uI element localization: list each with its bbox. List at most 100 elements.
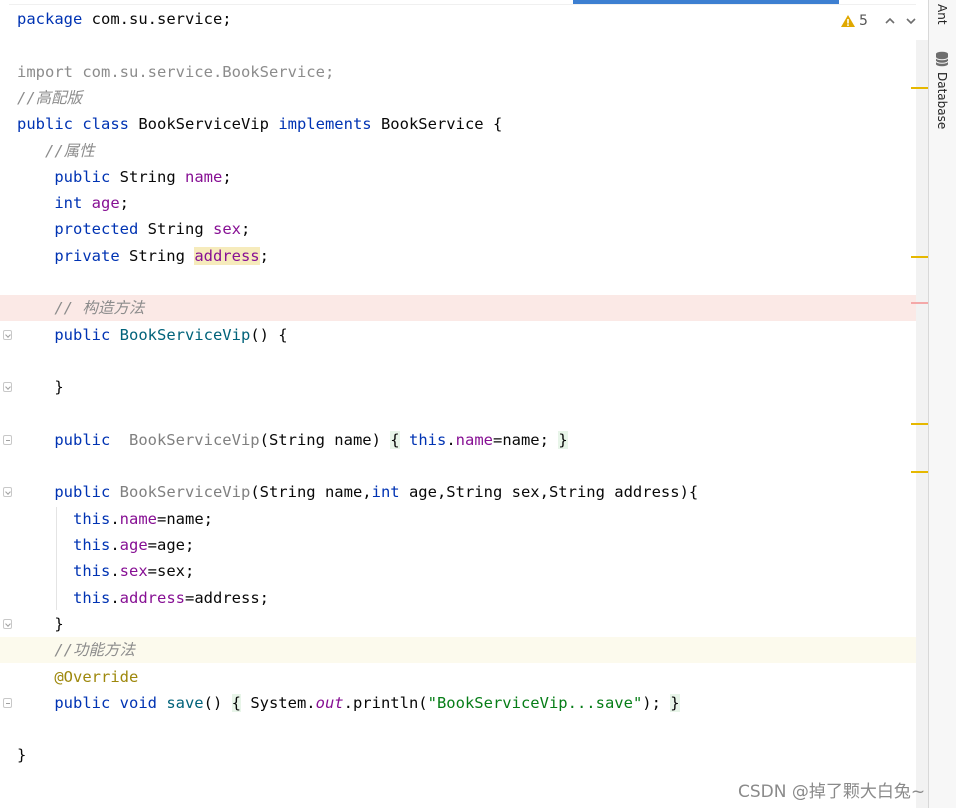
code-token: (String name, (250, 483, 372, 502)
code-line[interactable]: package com.su.service; (0, 6, 916, 32)
code-token: . (446, 430, 456, 449)
code-line[interactable]: this.name=name; (0, 506, 916, 532)
fold-marker-icon[interactable] (3, 329, 12, 340)
ant-tool-tab[interactable]: Ant (935, 4, 949, 25)
fold-marker-icon[interactable] (3, 618, 12, 629)
code-line[interactable]: public String name; (0, 164, 916, 190)
code-token: protected (54, 220, 148, 239)
warning-stripe-marker[interactable] (911, 471, 928, 473)
code-line[interactable]: //属性 (0, 138, 916, 164)
code-token: BookServiceVip (119, 483, 251, 502)
code-line[interactable]: public BookServiceVip(String name) { thi… (0, 427, 916, 453)
code-token: this (73, 509, 111, 528)
inspection-widget[interactable]: 5 (840, 10, 916, 32)
code-line[interactable]: //高配版 (0, 85, 916, 111)
code-token: public (54, 167, 120, 186)
code-line[interactable]: //功能方法 (0, 637, 916, 664)
code-line[interactable]: } (0, 742, 916, 768)
code-token: com.su.service; (82, 10, 232, 28)
expand-marker-icon[interactable] (3, 697, 12, 708)
code-line[interactable]: int age; (0, 190, 916, 216)
code-token: { (231, 693, 241, 712)
code-line[interactable] (0, 716, 916, 742)
warning-stripe-marker[interactable] (911, 423, 928, 425)
code-line[interactable]: // 构造方法 (0, 295, 916, 322)
fold-marker-icon[interactable] (3, 487, 12, 498)
code-text: this.address=address; (17, 585, 269, 611)
code-line[interactable]: } (0, 611, 916, 637)
code-line[interactable]: public BookServiceVip() { (0, 322, 916, 348)
code-text: protected String sex; (17, 216, 250, 242)
code-editor[interactable]: package com.su.service; import com.su.ser… (0, 0, 916, 808)
code-text: package com.su.service; (17, 6, 232, 32)
error-stripe-marker[interactable] (911, 302, 928, 304)
code-token: } (17, 746, 27, 765)
code-text: } (17, 742, 26, 768)
expand-marker-icon[interactable] (3, 434, 12, 445)
chevron-down-icon (906, 18, 916, 25)
database-icon[interactable] (935, 51, 949, 67)
code-token: out (315, 693, 344, 712)
code-token: =sex; (147, 562, 195, 581)
code-token: ; (240, 220, 251, 239)
warning-triangle-icon[interactable] (840, 14, 856, 28)
code-line[interactable] (0, 32, 916, 58)
code-line[interactable] (0, 348, 916, 374)
code-token: . (110, 509, 120, 528)
code-text: public BookServiceVip() { (17, 322, 288, 348)
code-token: public class (17, 115, 139, 134)
code-line[interactable]: } (0, 374, 916, 400)
code-token: this (408, 430, 447, 449)
code-token: BookServiceVip (138, 115, 279, 134)
code-token: String (128, 246, 195, 265)
code-token: () { (250, 325, 288, 344)
code-token: BookServiceVip (128, 430, 260, 449)
code-line[interactable]: public class BookServiceVip implements B… (0, 111, 916, 137)
code-token: . (110, 588, 120, 607)
code-line[interactable] (0, 453, 916, 479)
code-line[interactable]: import com.su.service.BookService; (0, 59, 916, 85)
code-text: public class BookServiceVip implements B… (17, 111, 502, 137)
code-token: int (371, 483, 409, 502)
warning-count[interactable]: 5 (859, 13, 868, 29)
code-token: private (54, 246, 129, 265)
code-text: this.age=age; (17, 532, 194, 558)
code-token: . (110, 536, 120, 554)
database-tool-tab[interactable]: Database (935, 72, 949, 129)
code-token: ; (119, 194, 129, 213)
code-line[interactable]: protected String sex; (0, 216, 916, 242)
code-line[interactable] (0, 269, 916, 295)
code-line[interactable]: public BookServiceVip(String name,int ag… (0, 479, 916, 505)
code-line[interactable]: this.address=address; (0, 585, 916, 611)
code-line[interactable]: this.age=age; (0, 532, 916, 558)
code-text: // 构造方法 (17, 295, 144, 321)
code-line[interactable]: @Override (0, 664, 916, 690)
code-line[interactable]: private String address; (0, 243, 916, 269)
code-line[interactable] (0, 401, 916, 427)
code-token: =address; (185, 588, 269, 607)
fold-marker-icon[interactable] (3, 382, 12, 393)
code-text: this.name=name; (17, 506, 213, 532)
code-line[interactable]: this.sex=sex; (0, 558, 916, 584)
code-token: =name; (492, 430, 559, 449)
code-token: age (119, 536, 148, 554)
code-token: this (73, 562, 111, 581)
previous-highlight-button[interactable] (881, 12, 899, 30)
code-text: } (17, 611, 63, 637)
warning-stripe-marker[interactable] (911, 256, 928, 258)
code-token: ; (259, 246, 269, 265)
code-text: public String name; (17, 164, 231, 190)
code-token: age,String sex,String address){ (408, 483, 699, 502)
code-line[interactable]: public void save() { System.out.println(… (0, 690, 916, 716)
next-highlight-button[interactable] (902, 12, 916, 30)
warning-stripe-marker[interactable] (911, 87, 928, 89)
code-text: public BookServiceVip(String name) { thi… (17, 427, 568, 453)
right-tool-window-bar: Ant Database (928, 0, 956, 808)
code-token: { (390, 430, 400, 449)
